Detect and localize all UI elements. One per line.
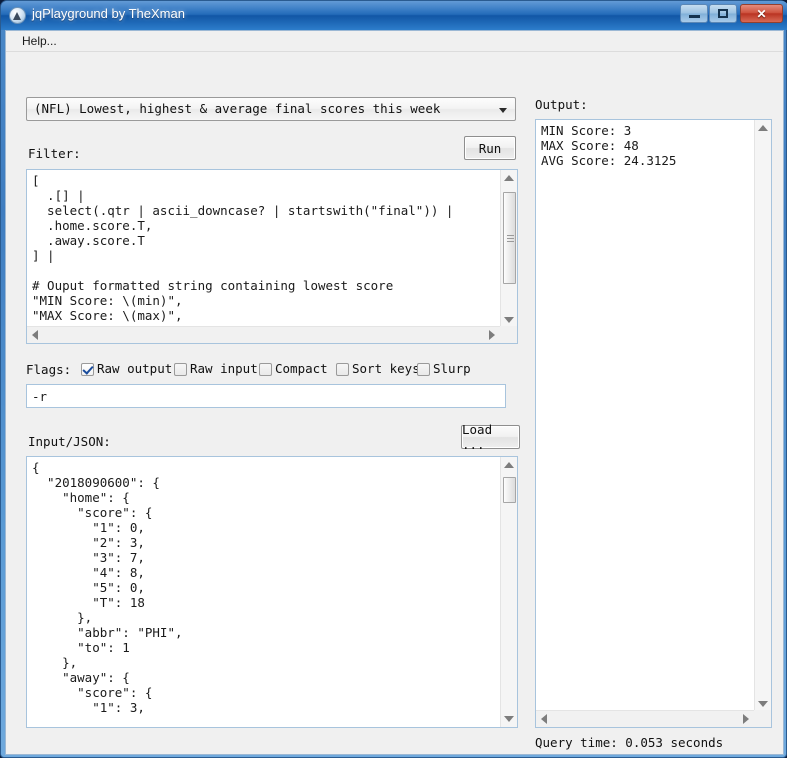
flag-raw-output-label: Raw output [97,361,173,376]
checkbox-compact[interactable] [259,363,272,376]
flag-raw-input-label: Raw input [190,361,258,376]
maximize-icon [710,5,736,22]
flags-label: Flags: [26,362,72,377]
run-button[interactable]: Run [464,136,516,160]
scroll-down-icon[interactable] [504,317,514,323]
title-bar: jqPlayground by TheXman ✕ [1,1,787,30]
status-query-time: Query time: 0.053 seconds [535,735,724,750]
input-vertical-scrollbar[interactable] [500,457,517,727]
scroll-up-icon[interactable] [758,125,768,131]
scrollbar-corner [754,710,771,727]
output-vertical-scrollbar[interactable] [754,120,771,712]
client-area: Help... (NFL) Lowest, highest & average … [5,30,784,755]
output-label: Output: [535,97,588,112]
checkbox-raw-output[interactable] [81,363,94,376]
filter-textarea[interactable]: [ .[] | select(.qtr | ascii_downcase? | … [26,169,518,344]
output-horizontal-scrollbar[interactable] [536,710,754,727]
flag-sort-keys-label: Sort keys [352,361,420,376]
close-button[interactable]: ✕ [740,4,783,23]
example-select[interactable]: (NFL) Lowest, highest & average final sc… [26,97,516,121]
filter-label: Filter: [28,146,81,161]
example-select-value: (NFL) Lowest, highest & average final sc… [34,101,441,116]
filter-horizontal-scrollbar[interactable] [27,326,500,343]
scroll-down-icon[interactable] [504,716,514,722]
menu-bar: Help... [6,31,783,52]
input-json-textarea[interactable]: { "2018090600": { "home": { "score": { "… [26,456,518,728]
flag-slurp-label: Slurp [433,361,471,376]
flags-value: -r [32,389,48,404]
minimize-icon [681,5,707,22]
filter-vertical-scrollbar[interactable] [500,170,517,328]
scroll-up-icon[interactable] [504,462,514,468]
scroll-right-icon[interactable] [489,330,495,340]
load-button[interactable]: Load ... [461,422,520,452]
scrollbar-corner [500,326,517,343]
maximize-button[interactable] [709,4,737,23]
menu-item-help[interactable]: Help... [18,33,61,49]
window-title: jqPlayground by TheXman [32,6,185,21]
chevron-down-icon [499,108,507,113]
input-json-text: { "2018090600": { "home": { "score": { "… [32,460,183,715]
flags-input[interactable]: -r [26,384,506,408]
checkbox-raw-input[interactable] [174,363,187,376]
scroll-up-icon[interactable] [504,175,514,181]
close-icon: ✕ [756,6,767,21]
application-window: jqPlayground by TheXman ✕ Help... (NFL) … [0,0,787,758]
flag-compact-label: Compact [275,361,328,376]
output-textarea[interactable]: MIN Score: 3 MAX Score: 48 AVG Score: 24… [535,119,772,728]
app-triangle-icon [9,7,26,24]
filter-scroll-thumb[interactable] [503,192,516,284]
checkbox-sort-keys[interactable] [336,363,349,376]
scroll-right-icon[interactable] [743,714,749,724]
checkbox-slurp[interactable] [417,363,430,376]
scroll-down-icon[interactable] [758,701,768,707]
filter-text: [ .[] | select(.qtr | ascii_downcase? | … [32,173,454,323]
input-json-label: Input/JSON: [28,434,111,449]
scroll-left-icon[interactable] [32,330,38,340]
input-scroll-thumb[interactable] [503,477,516,503]
minimize-button[interactable] [680,4,708,23]
scroll-left-icon[interactable] [541,714,547,724]
output-text: MIN Score: 3 MAX Score: 48 AVG Score: 24… [541,123,677,168]
